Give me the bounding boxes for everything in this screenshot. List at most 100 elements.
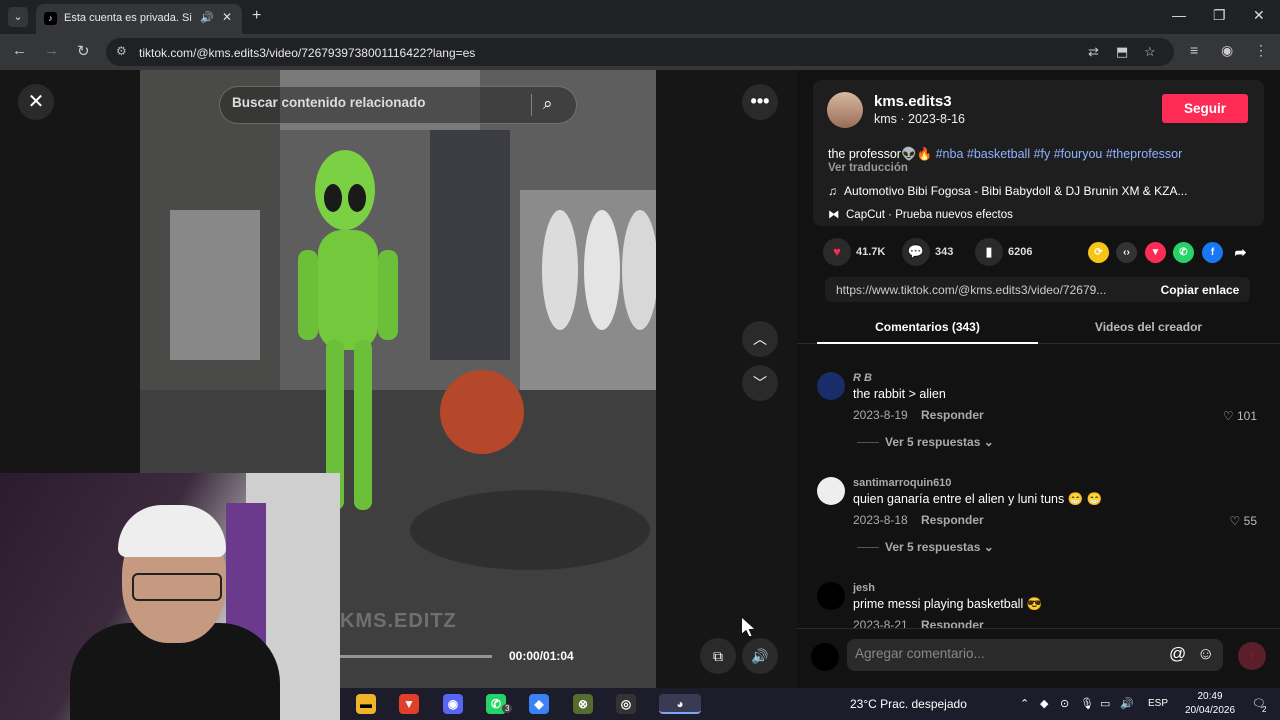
action-bar: ♥ 41.7K 💬 343 ▮ 6206 ⟳ ‹› ▼ ✆ f ➦ xyxy=(813,238,1264,266)
new-tab-button[interactable]: + xyxy=(252,7,261,25)
facebook-share-icon[interactable]: f xyxy=(1202,242,1223,263)
site-info-icon[interactable]: ⚙ xyxy=(116,44,127,58)
back-icon[interactable]: ← xyxy=(12,42,27,59)
comment-username[interactable]: santimarroquin610 xyxy=(853,477,951,489)
comment-input[interactable] xyxy=(855,646,1155,661)
view-replies-label[interactable]: Ver 5 respuestas xyxy=(885,540,980,554)
previous-video-button[interactable]: ︿ xyxy=(742,321,778,357)
view-replies-button[interactable]: Ver 5 respuestas ⌄ xyxy=(857,540,994,554)
clock-time[interactable]: 20:49 xyxy=(1188,691,1232,702)
network-icon[interactable]: ▭ xyxy=(1100,697,1110,710)
comment-like-button[interactable]: ♡ 55 xyxy=(1230,514,1257,528)
comment-box[interactable]: @ ☺ xyxy=(847,639,1223,671)
whatsapp-share-icon[interactable]: ✆ xyxy=(1173,242,1194,263)
app-icon[interactable]: ◆ xyxy=(529,694,549,714)
translate-icon[interactable]: ⇄ xyxy=(1088,44,1099,60)
chevron-down-icon[interactable]: ⌄ xyxy=(984,435,994,449)
search-icon[interactable]: ⌕ xyxy=(543,94,553,114)
bookmark-star-icon[interactable]: ☆ xyxy=(1144,44,1156,60)
video-progress-bar[interactable] xyxy=(340,655,492,658)
music-row[interactable]: ♫ Automotivo Bibi Fogosa - Bibi Babydoll … xyxy=(828,184,1187,198)
chevron-down-icon[interactable]: ⌄ xyxy=(984,540,994,554)
reply-button[interactable]: Responder xyxy=(921,513,984,527)
reload-icon[interactable]: ↻ xyxy=(77,42,90,60)
heart-icon[interactable]: ♥ xyxy=(823,238,851,266)
close-tab-icon[interactable]: ✕ xyxy=(222,10,232,24)
capcut-row[interactable]: ⧓ CapCut · Prueba nuevos efectos xyxy=(828,207,1013,221)
tab-search-icon[interactable]: ⌄ xyxy=(8,7,28,27)
file-explorer-icon[interactable]: ▬ xyxy=(356,694,376,714)
view-replies-label[interactable]: Ver 5 respuestas xyxy=(885,435,980,449)
forward-icon[interactable]: → xyxy=(44,42,59,59)
close-window-icon[interactable]: ✕ xyxy=(1253,7,1265,24)
chrome-icon[interactable]: ◕ xyxy=(659,694,701,714)
game-app-icon[interactable]: ⊗ xyxy=(573,694,593,714)
pip-button[interactable]: ⧉ xyxy=(700,638,736,674)
tab-comments[interactable]: Comentarios (343) xyxy=(817,320,1038,334)
emoji-icon[interactable]: ☺ xyxy=(1197,644,1214,664)
clock-date[interactable]: 20/04/2026 xyxy=(1180,705,1240,716)
comment-like-button[interactable]: ♡ 101 xyxy=(1223,409,1257,423)
minimize-icon[interactable]: — xyxy=(1172,7,1186,23)
comment-bubble-icon[interactable]: 💬 xyxy=(902,238,930,266)
install-app-icon[interactable]: ⬒ xyxy=(1116,44,1128,60)
embed-icon[interactable]: ‹› xyxy=(1116,242,1137,263)
menu-kebab-icon[interactable]: ⋮ xyxy=(1254,42,1268,59)
media-controls-icon[interactable]: ≡ xyxy=(1190,42,1198,58)
omnibox[interactable]: ⚙ tiktok.com/@kms.edits3/video/726793973… xyxy=(106,38,1174,66)
avatar[interactable] xyxy=(817,477,845,505)
webcam-overlay xyxy=(0,473,340,720)
comment-username[interactable]: jesh xyxy=(853,582,875,594)
share-more-icon[interactable]: ➦ xyxy=(1230,242,1251,263)
creator-avatar[interactable] xyxy=(827,92,863,128)
speaker-icon[interactable]: 🔊 xyxy=(1120,697,1134,710)
caption-text: the professor xyxy=(828,147,901,161)
bookmark-icon[interactable]: ▮ xyxy=(975,238,1003,266)
reply-button[interactable]: Responder xyxy=(921,408,984,422)
caption-hashtags[interactable]: #nba #basketball #fy #fouryou #theprofes… xyxy=(936,147,1183,161)
save-count: 6206 xyxy=(1008,246,1033,258)
close-video-button[interactable]: ✕ xyxy=(18,84,54,120)
creator-username[interactable]: kms.edits3 xyxy=(874,93,952,110)
weather-widget[interactable]: 23°C Prac. despejado xyxy=(850,697,967,711)
discord-icon[interactable]: ◉ xyxy=(443,694,463,714)
microphone-icon[interactable]: 🎙 xyxy=(1080,697,1094,710)
windows-taskbar: ▬ ▼ ◉ ✆ 3 ◆ ⊗ ◎ ◕ 23°C Prac. despejado ⌃… xyxy=(340,688,1280,720)
related-search-input[interactable] xyxy=(232,95,522,110)
avatar[interactable] xyxy=(817,582,845,610)
repost-icon[interactable]: ⟳ xyxy=(1088,242,1109,263)
avatar[interactable] xyxy=(817,372,845,400)
comment-text: prime messi playing basketball 😎 xyxy=(853,597,1043,611)
view-replies-button[interactable]: Ver 5 respuestas ⌄ xyxy=(857,435,994,449)
tray-app-icon[interactable]: ⊙ xyxy=(1060,697,1069,710)
music-title[interactable]: Automotivo Bibi Fogosa - Bibi Babydoll &… xyxy=(844,184,1187,198)
maximize-icon[interactable]: ❐ xyxy=(1213,7,1226,24)
heart-outline-icon[interactable]: ♡ xyxy=(1230,514,1244,528)
brave-icon[interactable]: ▼ xyxy=(399,694,419,714)
avatar xyxy=(811,643,839,671)
capcut-text[interactable]: CapCut · Prueba nuevos efectos xyxy=(846,209,1013,221)
related-search-box[interactable]: ⌕ xyxy=(219,86,577,124)
browser-tab[interactable]: ♪ Esta cuenta es privada. Sigu 🔊 ✕ xyxy=(36,4,242,34)
obs-icon[interactable]: ◎ xyxy=(616,694,636,714)
comment-username[interactable]: R B xyxy=(853,372,872,384)
mention-icon[interactable]: @ xyxy=(1169,644,1186,664)
tray-chevron-icon[interactable]: ⌃ xyxy=(1020,697,1029,710)
tray-app-icon[interactable]: ◆ xyxy=(1040,697,1048,710)
audio-playing-icon[interactable]: 🔊 xyxy=(200,11,214,24)
volume-button[interactable]: 🔊 xyxy=(742,638,778,674)
language-indicator[interactable]: ESP xyxy=(1148,698,1168,709)
send-comment-button[interactable]: ↑ xyxy=(1238,642,1266,670)
heart-outline-icon[interactable]: ♡ xyxy=(1223,409,1237,423)
profile-icon[interactable]: ◉ xyxy=(1221,42,1233,59)
url-text: tiktok.com/@kms.edits3/video/72679397380… xyxy=(139,46,476,60)
copy-link-button[interactable]: Copiar enlace xyxy=(1152,277,1248,302)
tab-creator-videos[interactable]: Videos del creador xyxy=(1038,320,1259,334)
search-divider xyxy=(531,94,532,116)
webcam-person-glasses xyxy=(132,573,222,601)
follow-button[interactable]: Seguir xyxy=(1162,94,1248,123)
see-translation-link[interactable]: Ver traducción xyxy=(828,162,908,174)
more-options-button[interactable]: ••• xyxy=(742,84,778,120)
send-to-friend-icon[interactable]: ▼ xyxy=(1145,242,1166,263)
next-video-button[interactable]: ﹀ xyxy=(742,365,778,401)
